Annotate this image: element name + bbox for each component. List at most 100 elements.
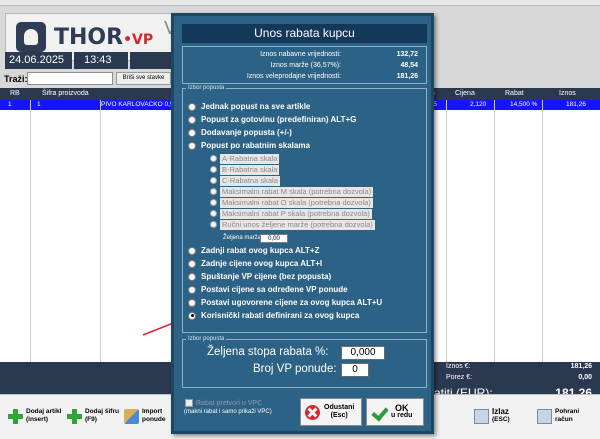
discount-input-group: Izbor popusta bbox=[182, 336, 427, 388]
column-header-sifra[interactable]: Šifra proizvoda bbox=[42, 88, 89, 100]
dialog-title: Unos rabata kupcu bbox=[182, 24, 427, 43]
summary-row: Iznos marže (36,57%): 48,54 bbox=[183, 60, 426, 71]
column-header-cijena[interactable]: Cijena bbox=[455, 88, 475, 100]
summary-row: Iznos veleprodajne vrijednosti: 181,26 bbox=[183, 71, 426, 82]
cell-iznos: 181,26 bbox=[566, 101, 586, 108]
save-icon bbox=[537, 408, 552, 424]
option-spustanje-vp[interactable]: Spuštanje VP cijene (bez popusta) bbox=[188, 271, 331, 282]
iznos-label: Iznos €: bbox=[446, 363, 471, 370]
grid-divider bbox=[446, 100, 447, 362]
radio-button[interactable] bbox=[188, 128, 196, 137]
ok-button[interactable]: OK u redu bbox=[366, 398, 424, 426]
cell-rabat: 14,500 % bbox=[510, 101, 538, 108]
radio-button[interactable] bbox=[188, 259, 196, 268]
option-korisnicki-rabati[interactable]: Korisnički rabati definirani za ovog kup… bbox=[188, 310, 359, 321]
top-strip bbox=[0, 0, 600, 6]
summary-row: Iznos nabavne vrijednosti: 132,72 bbox=[183, 49, 426, 60]
radio-button-disabled bbox=[210, 210, 217, 217]
column-header-rb[interactable]: RB bbox=[10, 88, 20, 100]
cell-sifra: 1 bbox=[37, 101, 41, 108]
radio-button-disabled bbox=[210, 177, 217, 184]
iznos-value: 181,26 bbox=[570, 363, 592, 370]
column-header-rabat[interactable]: Rabat bbox=[505, 88, 524, 100]
option-rabatne-skale[interactable]: Popust po rabatnim skalama bbox=[188, 140, 310, 151]
logo-text: THOR•VP bbox=[54, 25, 154, 50]
discount-dialog: Unos rabata kupcu Iznos nabavne vrijedno… bbox=[171, 13, 434, 434]
date-display: 24.06.2025 bbox=[5, 52, 72, 69]
summary-value: 181,26 bbox=[396, 73, 418, 80]
radio-button[interactable] bbox=[188, 141, 196, 150]
radio-button-disabled bbox=[210, 199, 217, 206]
stopa-rabata-input[interactable]: 0,000 bbox=[341, 346, 385, 360]
radio-button[interactable] bbox=[188, 246, 196, 255]
checkmark-icon bbox=[371, 405, 387, 420]
option-ugovorene-cijene[interactable]: Postavi ugovorene cijene za ovog kupca A… bbox=[188, 297, 382, 308]
radio-button[interactable] bbox=[188, 272, 196, 281]
radio-button-disabled bbox=[210, 166, 217, 173]
option-dodavanje-popusta[interactable]: Dodavanje popusta (+/-) bbox=[188, 127, 292, 138]
option-zadnje-cijene[interactable]: Zadnje cijene ovog kupca ALT+I bbox=[188, 258, 322, 269]
cell-naziv: PIVO KARLOVACKO 0,5L bbox=[101, 101, 178, 108]
grid-divider bbox=[30, 100, 31, 362]
broj-vp-ponude-label: Broj VP ponude: bbox=[253, 363, 337, 375]
sub-option-m-skala: Maksimalni rabat M skala (potrebna dozvo… bbox=[210, 186, 374, 197]
summary-label: Iznos nabavne vrijednosti: bbox=[260, 51, 341, 58]
checkbox-note: (makni rabat i samo prikaži VPC) bbox=[184, 409, 272, 415]
grid-divider bbox=[542, 100, 543, 362]
zeljena-marza-input[interactable]: 0,00 bbox=[260, 234, 288, 243]
save-invoice-button[interactable]: Pohrani račun bbox=[537, 403, 579, 429]
clear-all-items-button[interactable]: Briši sve stavke bbox=[116, 72, 171, 85]
option-vp-ponuda[interactable]: Postavi cijene sa određene VP ponude bbox=[188, 284, 348, 295]
sub-option-p-skala: Maksimalni rabat P skala (potrebna dozvo… bbox=[210, 208, 372, 219]
porez-value: 0,00 bbox=[578, 374, 592, 381]
grid-divider bbox=[100, 100, 101, 362]
summary-label: Iznos marže (36,57%): bbox=[270, 62, 341, 69]
option-popust-gotovina[interactable]: Popust za gotovinu (predefiniran) ALT+G bbox=[188, 114, 356, 125]
grid-divider bbox=[494, 100, 495, 362]
sub-option-o-skala: Maksimalni rabat O skala (potrebna dozvo… bbox=[210, 197, 373, 208]
radio-button[interactable] bbox=[188, 102, 196, 111]
import-offer-button[interactable]: Import ponude bbox=[124, 403, 165, 429]
sub-option-a-skala: A-Rabatna skala bbox=[210, 153, 280, 164]
radio-button-selected[interactable] bbox=[188, 311, 196, 320]
summary-label: Iznos veleprodajne vrijednosti: bbox=[246, 73, 341, 80]
column-header-iznos[interactable]: Iznos bbox=[559, 88, 576, 100]
group-legend: Izbor popusta bbox=[188, 336, 225, 342]
radio-button[interactable] bbox=[188, 115, 196, 124]
sub-option-rucni-unos: Ručni unos željene marže (potrebna dozvo… bbox=[210, 219, 375, 230]
plus-icon bbox=[8, 408, 23, 424]
checkbox[interactable] bbox=[185, 399, 193, 407]
add-code-button[interactable]: Dodaj šifru (F9) bbox=[67, 403, 119, 429]
add-article-button[interactable]: Dodaj artikl (insert) bbox=[8, 403, 61, 429]
broj-vp-ponude-input[interactable]: 0 bbox=[341, 363, 369, 377]
option-zadnji-rabat[interactable]: Zadnji rabat ovog kupca ALT+Z bbox=[188, 245, 319, 256]
radio-button-disabled bbox=[210, 188, 217, 195]
exit-button[interactable]: Izlaz (ESC) bbox=[474, 403, 510, 429]
cell-rb: 1 bbox=[8, 101, 12, 108]
summary-panel: Iznos nabavne vrijednosti: 132,72 Iznos … bbox=[182, 46, 427, 84]
cell-cijena: 2,120 bbox=[470, 101, 487, 108]
radio-button-disabled bbox=[210, 155, 217, 162]
time-display: 13:43 bbox=[74, 52, 128, 69]
summary-value: 132,72 bbox=[396, 51, 418, 58]
close-icon bbox=[305, 404, 320, 420]
exit-icon bbox=[474, 408, 489, 424]
stopa-rabata-label: Željena stopa rabata %: bbox=[207, 346, 329, 358]
radio-button-disabled bbox=[210, 221, 217, 228]
radio-button[interactable] bbox=[188, 285, 196, 294]
sub-option-b-skala: B-Rabatna skala bbox=[210, 164, 280, 175]
search-label: Traži: bbox=[4, 74, 28, 84]
checkbox-label: Rabat pretvori u VPC bbox=[196, 399, 263, 407]
sub-option-c-skala: C-Rabatna skala bbox=[210, 175, 280, 186]
search-input[interactable] bbox=[27, 72, 113, 85]
import-icon bbox=[124, 408, 139, 424]
convert-to-vpc-checkbox[interactable]: Rabat pretvori u VPC bbox=[185, 399, 262, 407]
plus-icon bbox=[67, 408, 82, 424]
summary-value: 48,54 bbox=[400, 62, 418, 69]
thor-logo-icon bbox=[16, 22, 46, 52]
group-legend: Izbor popusta bbox=[188, 85, 225, 91]
porez-label: Porez €: bbox=[446, 374, 473, 381]
radio-button[interactable] bbox=[188, 298, 196, 307]
cancel-button[interactable]: Odustani (Esc) bbox=[300, 398, 362, 426]
option-jednak-popust[interactable]: Jednak popust na sve artikle bbox=[188, 101, 310, 112]
